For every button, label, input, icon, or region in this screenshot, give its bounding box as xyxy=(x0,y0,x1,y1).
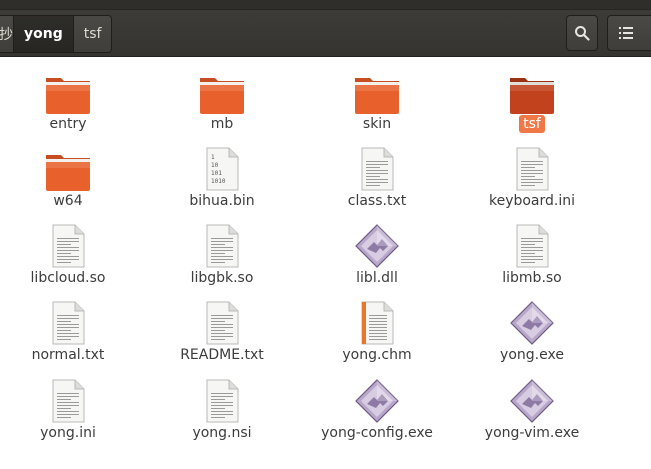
file-name: tsf xyxy=(519,115,545,133)
text-file-icon xyxy=(44,299,92,347)
file-label: yong.exe xyxy=(457,347,607,363)
help-file-icon xyxy=(353,299,401,347)
file-label: yong.nsi xyxy=(147,425,297,441)
file-name: w64 xyxy=(53,193,83,209)
file-item[interactable]: yong.exe xyxy=(457,289,607,366)
file-label: skin xyxy=(302,116,452,132)
file-name: libmb.so xyxy=(502,270,562,286)
folder-icon xyxy=(353,68,401,116)
text-file-icon xyxy=(508,222,556,270)
header-bar: 抄 yong tsf xyxy=(0,0,651,57)
file-label: libmb.so xyxy=(457,270,607,286)
file-name: libgbk.so xyxy=(190,270,254,286)
svg-text:10: 10 xyxy=(211,162,219,169)
breadcrumb-yong-label: yong xyxy=(24,26,63,42)
breadcrumb-yong[interactable]: yong xyxy=(14,16,74,52)
file-label: libcloud.so xyxy=(0,270,143,286)
breadcrumb-tsf-label: tsf xyxy=(83,26,102,42)
file-item[interactable]: 1 10 101 1010 bihua.bin xyxy=(147,135,297,212)
svg-text:101: 101 xyxy=(211,170,222,177)
file-label: w64 xyxy=(0,193,143,209)
text-file-icon xyxy=(353,145,401,193)
file-label: mb xyxy=(147,116,297,132)
search-button[interactable] xyxy=(566,15,598,51)
folder-icon xyxy=(44,68,92,116)
file-item[interactable]: normal.txt xyxy=(0,289,143,366)
file-item[interactable]: keyboard.ini xyxy=(457,135,607,212)
text-file-icon xyxy=(44,377,92,425)
executable-icon xyxy=(508,299,556,347)
file-label: normal.txt xyxy=(0,347,143,363)
file-label: README.txt xyxy=(147,347,297,363)
breadcrumb-tsf[interactable]: tsf xyxy=(73,16,112,52)
file-name: bihua.bin xyxy=(189,193,255,209)
file-item[interactable]: tsf xyxy=(457,58,607,135)
file-item[interactable]: yong.chm xyxy=(302,289,452,366)
file-name: yong.exe xyxy=(500,347,564,363)
list-view-icon xyxy=(618,27,633,39)
file-grid: entry mb skin tsf w64 1 10 101 1010 bihua.bin clas… xyxy=(0,58,651,469)
file-name: normal.txt xyxy=(31,347,105,363)
text-file-icon xyxy=(198,377,246,425)
breadcrumb-parent-label: 抄 xyxy=(0,27,13,43)
file-item[interactable]: yong-vim.exe xyxy=(457,367,607,444)
file-name: mb xyxy=(210,116,234,132)
folder-icon xyxy=(198,68,246,116)
file-name: yong-vim.exe xyxy=(484,425,580,441)
file-label: libgbk.so xyxy=(147,270,297,286)
executable-icon xyxy=(353,377,401,425)
file-item[interactable]: yong.nsi xyxy=(147,367,297,444)
text-file-icon xyxy=(508,145,556,193)
file-name: libcloud.so xyxy=(30,270,106,286)
executable-icon xyxy=(508,377,556,425)
file-name: yong.ini xyxy=(40,425,96,441)
text-file-icon xyxy=(198,222,246,270)
view-toggle-button[interactable] xyxy=(607,15,651,51)
file-label: class.txt xyxy=(302,193,452,209)
svg-text:1010: 1010 xyxy=(211,178,226,185)
file-label: tsf xyxy=(457,115,607,133)
file-name: keyboard.ini xyxy=(488,193,576,209)
file-item[interactable]: entry xyxy=(0,58,143,135)
executable-icon xyxy=(353,222,401,270)
binary-file-icon: 1 10 101 1010 xyxy=(198,145,246,193)
folder-icon xyxy=(508,68,556,116)
file-item[interactable]: README.txt xyxy=(147,289,297,366)
file-item[interactable]: class.txt xyxy=(302,135,452,212)
file-label: yong-config.exe xyxy=(302,425,452,441)
file-name: README.txt xyxy=(180,347,264,363)
file-item[interactable]: libl.dll xyxy=(302,212,452,289)
file-name: yong.nsi xyxy=(192,425,252,441)
file-item[interactable]: skin xyxy=(302,58,452,135)
file-item[interactable]: yong.ini xyxy=(0,367,143,444)
file-label: yong.ini xyxy=(0,425,143,441)
file-name: class.txt xyxy=(347,193,407,209)
file-item[interactable]: yong-config.exe xyxy=(302,367,452,444)
text-file-icon xyxy=(198,299,246,347)
file-name: libl.dll xyxy=(356,270,398,286)
breadcrumb-parent[interactable]: 抄 xyxy=(0,16,14,52)
file-name: skin xyxy=(362,116,392,132)
file-item[interactable]: w64 xyxy=(0,135,143,212)
folder-icon xyxy=(44,145,92,193)
file-item[interactable]: libgbk.so xyxy=(147,212,297,289)
file-label: entry xyxy=(0,116,143,132)
file-name: entry xyxy=(49,116,87,132)
file-name: yong.chm xyxy=(342,347,412,363)
file-label: yong.chm xyxy=(302,347,452,363)
text-file-icon xyxy=(44,222,92,270)
file-label: bihua.bin xyxy=(147,193,297,209)
file-item[interactable]: libmb.so xyxy=(457,212,607,289)
file-name: yong-config.exe xyxy=(321,425,433,441)
file-label: keyboard.ini xyxy=(457,193,607,209)
file-item[interactable]: libcloud.so xyxy=(0,212,143,289)
breadcrumb: 抄 yong tsf xyxy=(0,15,113,53)
search-icon xyxy=(575,26,590,41)
file-label: yong-vim.exe xyxy=(457,425,607,441)
header-top-strip xyxy=(0,0,651,10)
file-label: libl.dll xyxy=(302,270,452,286)
svg-text:1: 1 xyxy=(211,154,215,161)
file-item[interactable]: mb xyxy=(147,58,297,135)
